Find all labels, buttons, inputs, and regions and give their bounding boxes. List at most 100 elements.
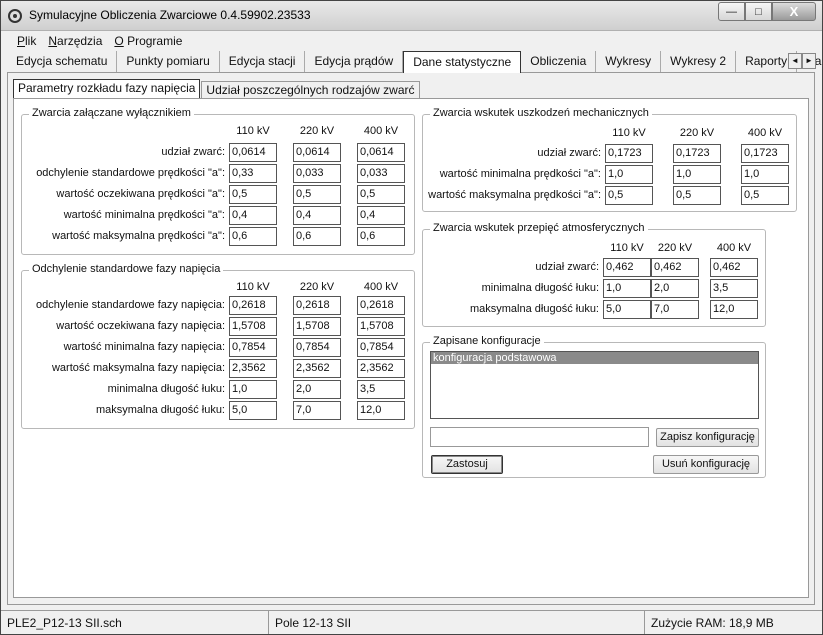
przepiecia-atmosferyczne-value-field[interactable]: 12,0 <box>710 300 758 319</box>
tab-edycja-stacji[interactable]: Edycja stacji <box>219 51 306 72</box>
zwarcia-zalaczane-value-field[interactable]: 0,6 <box>229 227 277 246</box>
group-title: Odchylenie standardowe fazy napięcia <box>29 263 224 275</box>
zwarcia-zalaczane-value-field[interactable]: 0,4 <box>293 206 341 225</box>
odchylenie-fazy-row-label: odchylenie standardowe fazy napięcia: <box>36 299 225 311</box>
zwarcia-zalaczane-value-field[interactable]: 0,5 <box>293 185 341 204</box>
odchylenie-fazy-value-field[interactable]: 1,0 <box>229 380 277 399</box>
menu-plik[interactable]: Plik <box>11 32 42 50</box>
zwarcia-zalaczane-value-field[interactable]: 0,033 <box>357 164 405 183</box>
tab-wykresy[interactable]: Wykresy <box>596 51 662 72</box>
menu-o-programie-accel: O <box>114 34 124 48</box>
tab-obliczenia[interactable]: Obliczenia <box>521 51 597 72</box>
menu-plik-label: lik <box>25 34 37 48</box>
przepiecia-atmosferyczne-value-field[interactable]: 5,0 <box>603 300 651 319</box>
apply-button[interactable]: Zastosuj <box>431 455 503 474</box>
odchylenie-fazy-value-field[interactable]: 0,7854 <box>293 338 341 357</box>
odchylenie-fazy-value-field[interactable]: 2,3562 <box>293 359 341 378</box>
menu-narzedzia[interactable]: Narzędzia <box>42 32 108 50</box>
column-header-1: 110 kV <box>236 281 270 293</box>
config-name-input[interactable] <box>430 427 649 447</box>
uszkodzenia-mechaniczne-value-field[interactable]: 1,0 <box>741 165 789 184</box>
przepiecia-atmosferyczne-value-field[interactable]: 2,0 <box>651 279 699 298</box>
odchylenie-fazy-value-field[interactable]: 1,5708 <box>229 317 277 336</box>
odchylenie-fazy-row-label: wartość oczekiwana fazy napięcia: <box>56 320 225 332</box>
zwarcia-zalaczane-value-field[interactable]: 0,6 <box>357 227 405 246</box>
odchylenie-fazy-value-field[interactable]: 2,0 <box>293 380 341 399</box>
zwarcia-zalaczane-row-label: odchylenie standardowe prędkości "a": <box>36 167 225 179</box>
uszkodzenia-mechaniczne-value-field[interactable]: 0,1723 <box>673 144 721 163</box>
zwarcia-zalaczane-value-field[interactable]: 0,5 <box>357 185 405 204</box>
odchylenie-fazy-value-field[interactable]: 5,0 <box>229 401 277 420</box>
uszkodzenia-mechaniczne-value-field[interactable]: 1,0 <box>605 165 653 184</box>
uszkodzenia-mechaniczne-value-field[interactable]: 0,5 <box>741 186 789 205</box>
przepiecia-atmosferyczne-value-field[interactable]: 1,0 <box>603 279 651 298</box>
column-header-1: 110 kV <box>612 127 646 139</box>
zwarcia-zalaczane-value-field[interactable]: 0,6 <box>293 227 341 246</box>
odchylenie-fazy-value-field[interactable]: 12,0 <box>357 401 405 420</box>
tab-scroll-right-icon[interactable]: ► <box>802 53 816 69</box>
status-ram: Zużycie RAM: 18,9 MB <box>651 616 774 630</box>
app-window: Symulacyjne Obliczenia Zwarciowe 0.4.599… <box>0 0 823 635</box>
delete-config-button[interactable]: Usuń konfigurację <box>653 455 759 474</box>
zwarcia-zalaczane-value-field[interactable]: 0,33 <box>229 164 277 183</box>
config-listbox[interactable]: konfiguracja podstawowa <box>430 351 759 419</box>
subtab-parametry-rozkladu[interactable]: Parametry rozkładu fazy napięcia <box>13 79 201 99</box>
sub-tab-strip: Parametry rozkładu fazy napięcia Udział … <box>13 79 421 99</box>
menu-o-programie-label: Programie <box>123 34 183 48</box>
odchylenie-fazy-value-field[interactable]: 0,7854 <box>229 338 277 357</box>
uszkodzenia-mechaniczne-value-field[interactable]: 1,0 <box>673 165 721 184</box>
menu-narzedzia-accel: N <box>48 34 58 48</box>
tab-punkty-pomiaru[interactable]: Punkty pomiaru <box>117 51 220 72</box>
uszkodzenia-mechaniczne-value-field[interactable]: 0,1723 <box>741 144 789 163</box>
tab-scroll-left-icon[interactable]: ◄ <box>788 53 802 69</box>
przepiecia-atmosferyczne-row-label: udział zwarć: <box>535 261 599 273</box>
przepiecia-atmosferyczne-value-field[interactable]: 0,462 <box>710 258 758 277</box>
close-button[interactable]: X <box>772 2 816 21</box>
uszkodzenia-mechaniczne-value-field[interactable]: 0,1723 <box>605 144 653 163</box>
odchylenie-fazy-value-field[interactable]: 0,2618 <box>293 296 341 315</box>
tab-edycja-schematu[interactable]: Edycja schematu <box>7 51 118 72</box>
odchylenie-fazy-value-field[interactable]: 0,2618 <box>357 296 405 315</box>
odchylenie-fazy-value-field[interactable]: 1,5708 <box>293 317 341 336</box>
zwarcia-zalaczane-value-field[interactable]: 0,4 <box>229 206 277 225</box>
zwarcia-zalaczane-value-field[interactable]: 0,5 <box>229 185 277 204</box>
odchylenie-fazy-value-field[interactable]: 7,0 <box>293 401 341 420</box>
odchylenie-fazy-value-field[interactable]: 0,7854 <box>357 338 405 357</box>
uszkodzenia-mechaniczne-value-field[interactable]: 0,5 <box>673 186 721 205</box>
group-przepiecia-atmosferyczne: Zwarcia wskutek przepięć atmosferycznych… <box>422 222 766 327</box>
group-zapisane-konfiguracje: Zapisane konfiguracje konfiguracja podst… <box>422 335 766 478</box>
tab-dane-statystyczne[interactable]: Dane statystyczne <box>403 51 522 73</box>
save-config-button[interactable]: Zapisz konfigurację <box>656 428 759 447</box>
menu-o-programie[interactable]: O Programie <box>108 32 188 50</box>
zwarcia-zalaczane-value-field[interactable]: 0,4 <box>357 206 405 225</box>
group-title: Zwarcia wskutek przepięć atmosferycznych <box>430 222 648 234</box>
menu-narzedzia-label: arzędzia <box>57 34 103 48</box>
zwarcia-zalaczane-value-field[interactable]: 0,033 <box>293 164 341 183</box>
zwarcia-zalaczane-row-label: udział zwarć: <box>161 146 225 158</box>
przepiecia-atmosferyczne-value-field[interactable]: 7,0 <box>651 300 699 319</box>
odchylenie-fazy-value-field[interactable]: 3,5 <box>357 380 405 399</box>
config-list-item[interactable]: konfiguracja podstawowa <box>431 352 758 364</box>
tab-wykresy-2[interactable]: Wykresy 2 <box>661 51 737 72</box>
title-bar[interactable]: Symulacyjne Obliczenia Zwarciowe 0.4.599… <box>1 1 822 31</box>
zwarcia-zalaczane-value-field[interactable]: 0,0614 <box>357 143 405 162</box>
odchylenie-fazy-value-field[interactable]: 2,3562 <box>357 359 405 378</box>
zwarcia-zalaczane-value-field[interactable]: 0,0614 <box>293 143 341 162</box>
przepiecia-atmosferyczne-value-field[interactable]: 0,462 <box>603 258 651 277</box>
maximize-button[interactable]: □ <box>745 2 772 21</box>
minimize-button[interactable]: — <box>718 2 745 21</box>
przepiecia-atmosferyczne-value-field[interactable]: 0,462 <box>651 258 699 277</box>
column-header-3: 400 kV <box>716 242 752 254</box>
tab-edycja-pradow[interactable]: Edycja prądów <box>305 51 404 72</box>
odchylenie-fazy-value-field[interactable]: 0,2618 <box>229 296 277 315</box>
uszkodzenia-mechaniczne-value-field[interactable]: 0,5 <box>605 186 653 205</box>
odchylenie-fazy-value-field[interactable]: 1,5708 <box>357 317 405 336</box>
column-header-2: 220 kV <box>657 242 693 254</box>
subtab-udzial-rodzajow-zwarc[interactable]: Udział poszczególnych rodzajów zwarć <box>201 81 420 99</box>
column-header-2: 220 kV <box>299 125 335 137</box>
przepiecia-atmosferyczne-value-field[interactable]: 3,5 <box>710 279 758 298</box>
app-icon[interactable] <box>8 9 22 23</box>
odchylenie-fazy-value-field[interactable]: 2,3562 <box>229 359 277 378</box>
zwarcia-zalaczane-value-field[interactable]: 0,0614 <box>229 143 277 162</box>
zwarcia-zalaczane-row-label: wartość minimalna prędkości "a": <box>63 209 225 221</box>
